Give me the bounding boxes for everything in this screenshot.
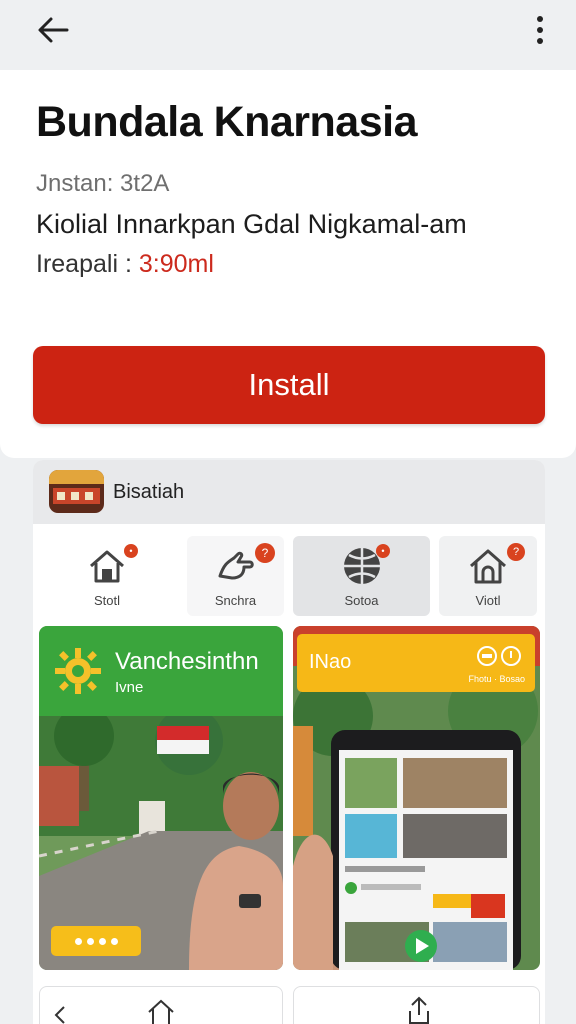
category-sotoa[interactable]: • Sotoa [293, 536, 430, 616]
tile-title: INao [309, 651, 352, 673]
tile-header-green: Vanchesinthn Ivne [39, 626, 283, 716]
feature-tile-vanchesinthn[interactable]: Vanchesinthn Ivne [39, 626, 283, 970]
hand-icon [218, 551, 254, 580]
tile-caption: Fhotu · Bosao [468, 674, 525, 684]
page-dots-indicator[interactable] [51, 926, 141, 956]
panel-title: Bisatiah [113, 481, 185, 503]
app-size: Ireapali : 3:90ml [36, 250, 214, 279]
app-size-label: Ireapali : [36, 250, 139, 278]
install-button[interactable]: Install [33, 346, 545, 424]
app-description: Kiolial Innarkpan Gdal Nigkamal-am [36, 209, 467, 239]
bottom-card-left[interactable] [39, 986, 283, 1024]
category-snchra[interactable]: ? Snchra [187, 536, 284, 616]
category-label: Stotl [93, 593, 120, 608]
arrow-left-icon [38, 17, 69, 43]
chevron-left-icon [54, 1006, 65, 1024]
sun-gear-icon [55, 648, 101, 694]
back-button[interactable] [30, 10, 76, 50]
home-icon [90, 550, 124, 583]
category-label: Viotl [475, 593, 501, 608]
tile-header-yellow: INao Fhotu · Bosao [297, 634, 535, 692]
app-version: Jnstan: 3t2A [36, 170, 170, 197]
tile-subtitle: Ivne [115, 679, 144, 696]
home-outline-icon [470, 549, 506, 584]
app-size-value: 3:90ml [138, 250, 214, 278]
share-icon [409, 996, 429, 1024]
category-viotl[interactable]: ? Viotl [439, 536, 537, 616]
notification-badge: ? [255, 543, 275, 563]
top-app-bar [0, 0, 576, 68]
notification-badge: ? [507, 543, 525, 561]
more-options-button[interactable] [522, 10, 558, 50]
notification-badge: • [124, 544, 138, 558]
feature-tile-inao[interactable]: INao Fhotu · Bosao [293, 626, 540, 970]
panel-header: Bisatiah [33, 460, 545, 524]
app-thumbnail [49, 470, 104, 513]
tile-title: Vanchesinthn [115, 648, 259, 675]
bottom-card-right[interactable] [293, 986, 540, 1024]
app-title: Bundala Knarnasia [36, 98, 418, 146]
category-label: Snchra [214, 593, 257, 608]
category-label: Sotoa [344, 593, 379, 608]
chat-bubble-icon [477, 646, 521, 666]
more-vertical-icon [537, 16, 543, 44]
category-stotl[interactable]: • Stotl [40, 536, 174, 616]
home-icon [148, 999, 174, 1024]
notification-badge: • [376, 544, 390, 558]
